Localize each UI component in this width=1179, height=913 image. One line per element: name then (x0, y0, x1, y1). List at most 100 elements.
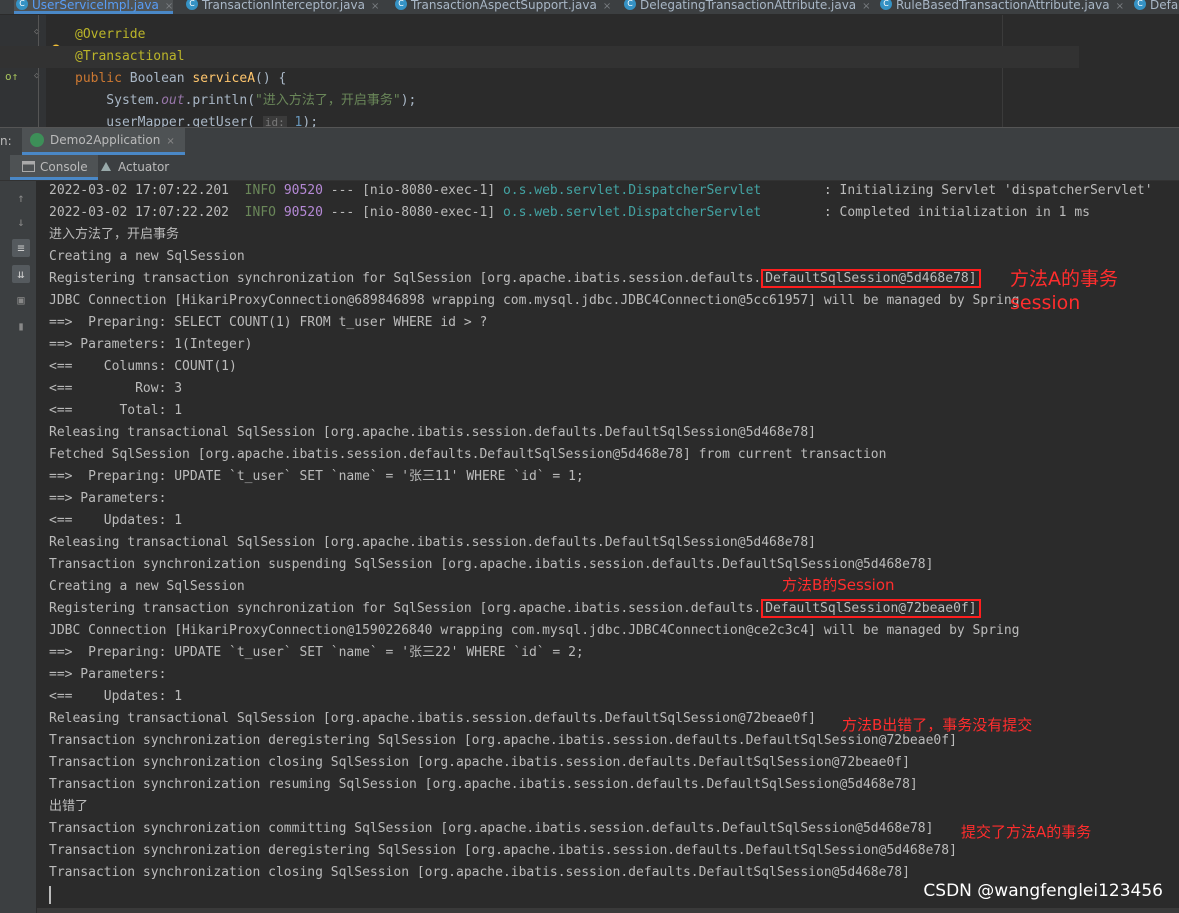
java-class-icon: C (186, 0, 198, 10)
console-icon (22, 161, 35, 172)
code-line: userMapper.getUser( id: 1); (75, 112, 1079, 127)
run-label: n: (0, 134, 12, 148)
close-icon[interactable]: × (165, 1, 173, 12)
log-thread: --- [nio-8080-exec-1] (322, 183, 503, 198)
log-line: ==> Preparing: UPDATE `t_user` SET `name… (49, 469, 584, 484)
log-line: Releasing transactional SqlSession [org.… (49, 425, 817, 440)
down-arrow-icon[interactable]: ↓ (12, 213, 30, 231)
string-literal: "进入方法了，开启事务" (255, 93, 401, 108)
annotation-a-commit: 提交了方法A的事务 (961, 823, 1092, 841)
log-line: ==> Parameters: (49, 667, 175, 682)
tab-label: Console (40, 160, 88, 174)
soft-wrap-icon[interactable]: ≡ (12, 239, 30, 257)
number-literal: 1 (286, 115, 303, 127)
log-line: <== Columns: COUNT(1) (49, 359, 237, 374)
code-text: userMapper.getUser( (75, 115, 263, 127)
log-timestamp: 2022-03-02 17:07:22.201 (49, 183, 230, 198)
tab-transactionaspectsupport[interactable]: C TransactionAspectSupport.java × (393, 0, 611, 14)
run-config-tab[interactable]: Demo2Application × (22, 128, 185, 155)
console-output[interactable]: 2022-03-02 17:07:22.201 INFO 90520 --- [… (37, 181, 1179, 913)
tab-label: TransactionInterceptor.java (202, 0, 365, 12)
close-icon[interactable]: × (1116, 1, 1124, 12)
log-line: ==> Parameters: 1(Integer) (49, 337, 253, 352)
code-text: () { (255, 71, 287, 86)
tab-actuator[interactable]: Actuator (88, 155, 179, 177)
watermark: CSDN @wangfenglei123456 (923, 881, 1163, 901)
return-type: Boolean (121, 71, 193, 86)
log-logger: o.s.web.servlet.DispatcherServlet (502, 183, 762, 198)
code-line: System.out.println("进入方法了，开启事务"); (75, 90, 1079, 112)
log-line: Releasing transactional SqlSession [org.… (49, 535, 817, 550)
log-line: ==> Preparing: SELECT COUNT(1) FROM t_us… (49, 315, 488, 330)
tab-delegatingtransactionattribute[interactable]: C DelegatingTransactionAttribute.java × (622, 0, 871, 14)
method-name: serviceA (192, 71, 256, 86)
actuator-icon (101, 162, 111, 171)
gutter-separator (38, 15, 39, 127)
close-icon[interactable]: × (371, 1, 379, 12)
log-line: ==> Preparing: UPDATE `t_user` SET `name… (49, 645, 584, 660)
tab-label: TransactionAspectSupport.java (411, 0, 597, 12)
spring-app-icon (30, 133, 44, 147)
console-lines: 2022-03-02 17:07:22.201 INFO 90520 --- [… (49, 181, 1153, 885)
log-logger: o.s.web.servlet.DispatcherServlet (502, 205, 762, 220)
close-icon[interactable]: × (603, 1, 611, 12)
tab-defau[interactable]: C Defau (1132, 0, 1179, 14)
log-line: 进入方法了，开启事务 (49, 227, 180, 242)
log-text: Registering transaction synchronization … (49, 601, 762, 616)
log-level: INFO (244, 183, 276, 198)
highlight-box-session-a: DefaultSqlSession@5d468e78] (761, 269, 981, 288)
text-caret (49, 886, 51, 904)
log-message: : Initializing Servlet 'dispatcherServle… (761, 183, 1153, 198)
tab-rulebasedtransactionattribute[interactable]: C RuleBasedTransactionAttribute.java × (878, 0, 1124, 14)
tab-transactioninterceptor[interactable]: C TransactionInterceptor.java × (184, 0, 379, 14)
log-line: Transaction synchronization suspending S… (49, 557, 934, 572)
editor-tab-bar: C UserServiceImpl.java × C TransactionInt… (0, 0, 1179, 15)
log-line: Transaction synchronization resuming Sql… (49, 777, 918, 792)
log-line: <== Total: 1 (49, 403, 183, 418)
log-line: Registering transaction synchronization … (49, 599, 1153, 621)
close-icon[interactable]: × (166, 136, 174, 147)
horizontal-scrollbar[interactable] (37, 908, 1179, 913)
log-line: Transaction synchronization closing SqlS… (49, 755, 910, 770)
java-class-icon: C (395, 0, 407, 10)
trash-icon[interactable]: ▮ (12, 317, 30, 335)
print-icon[interactable]: ▣ (12, 291, 30, 309)
static-field: out (161, 93, 185, 108)
log-line: <== Updates: 1 (49, 513, 183, 528)
log-line: Creating a new SqlSession (49, 249, 245, 264)
parameter-hint: id: (262, 116, 287, 127)
tab-label: Actuator (118, 160, 170, 174)
highlight-box-session-b: DefaultSqlSession@72beae0f] (761, 599, 981, 618)
run-toolwindow-header: n: Demo2Application × (0, 127, 1179, 155)
tab-label: Defau (1150, 0, 1179, 12)
code-line: @Override (75, 24, 1079, 46)
log-level: INFO (244, 205, 276, 220)
annotation-session-b: 方法B的Session (782, 576, 895, 594)
tab-label: RuleBasedTransactionAttribute.java (896, 0, 1110, 12)
code-text: System. (75, 93, 162, 108)
code-lines: @Override @Transactional public Boolean … (0, 24, 1079, 127)
code-text: ); (302, 115, 319, 127)
annotation-session-a: 方法A的事务 (1010, 268, 1118, 290)
scroll-to-end-icon[interactable]: ⇊ (12, 265, 30, 283)
up-arrow-icon[interactable]: ↑ (12, 189, 30, 207)
tab-label: DelegatingTransactionAttribute.java (640, 0, 857, 12)
log-line: Transaction synchronization deregisterin… (49, 843, 957, 858)
run-config-label: Demo2Application (50, 133, 161, 147)
override-marker-icon[interactable]: o↑ (5, 70, 18, 83)
tab-userserviceimpl[interactable]: C UserServiceImpl.java × (14, 0, 174, 14)
annotation-override: @Override (75, 27, 146, 42)
console-toolbar: ↑ ↓ ≡ ⇊ ▣ ▮ (0, 181, 36, 913)
log-pid: 90520 (283, 205, 323, 220)
code-line-current: @Transactional (0, 46, 1079, 68)
log-timestamp: 2022-03-02 17:07:22.202 (49, 205, 230, 220)
code-editor[interactable]: o↑ ◇ ◇ @Override @Transactional public B… (0, 15, 1179, 127)
log-line: Fetched SqlSession [org.apache.ibatis.se… (49, 447, 887, 462)
tab-console[interactable]: Console (10, 155, 98, 180)
java-class-icon: C (624, 0, 636, 10)
log-pid: 90520 (283, 183, 323, 198)
close-icon[interactable]: × (862, 1, 870, 12)
keyword: public (75, 71, 122, 86)
log-message: : Completed initialization in 1 ms (761, 205, 1090, 220)
java-class-icon: C (880, 0, 892, 10)
